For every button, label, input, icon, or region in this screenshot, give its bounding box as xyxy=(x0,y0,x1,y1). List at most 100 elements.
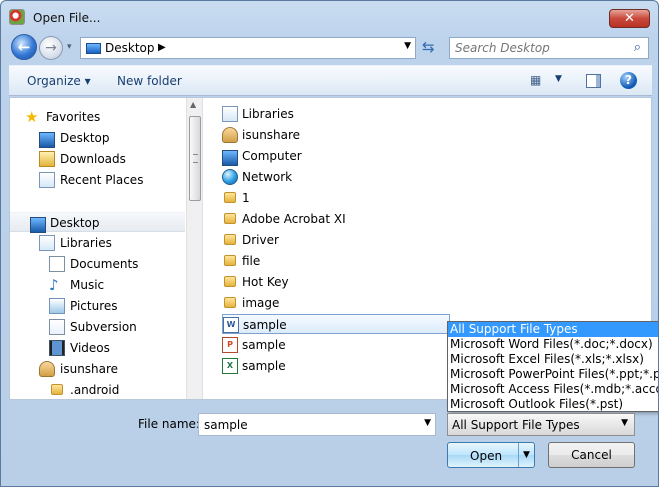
file-item-adobe-acrobat-xi[interactable]: Adobe Acrobat XI xyxy=(222,209,450,229)
network-icon xyxy=(222,169,238,185)
pictures-icon xyxy=(49,298,65,314)
star-icon: ★ xyxy=(25,108,39,126)
cancel-button[interactable]: Cancel xyxy=(548,442,635,468)
dropdown-option[interactable]: Microsoft Access Files(*.mdb;*.accdb) xyxy=(448,382,658,397)
sidebar-item-label: Pictures xyxy=(70,299,118,313)
refresh-icon[interactable]: ⇆ xyxy=(422,39,440,57)
recent-places-icon xyxy=(39,172,55,188)
sidebar-item-label: isunshare xyxy=(60,362,119,376)
word-document-icon: W xyxy=(223,317,239,333)
help-icon[interactable]: ? xyxy=(620,72,637,89)
view-dropdown-icon[interactable]: ▼ xyxy=(555,74,562,84)
subversion-icon xyxy=(49,319,65,335)
file-item-hot-key[interactable]: Hot Key xyxy=(222,272,450,292)
file-item-libraries[interactable]: Libraries xyxy=(222,104,450,124)
file-item-network[interactable]: Network xyxy=(222,167,450,187)
back-button[interactable]: ← xyxy=(11,34,37,60)
file-item-label: sample xyxy=(242,338,286,352)
dropdown-option[interactable]: Microsoft Excel Files(*.xls;*.xlsx) xyxy=(448,352,658,367)
file-item-label: file xyxy=(242,254,261,268)
file-name-dropdown-icon[interactable]: ▼ xyxy=(424,418,431,428)
downloads-icon xyxy=(39,151,55,167)
preview-pane-icon[interactable] xyxy=(586,74,601,88)
file-item-label: 1 xyxy=(242,191,250,205)
sidebar-item-pictures[interactable]: Pictures xyxy=(49,296,202,316)
sidebar-item-documents[interactable]: Documents xyxy=(49,254,202,274)
file-item-driver[interactable]: Driver xyxy=(222,230,450,250)
file-item-computer[interactable]: Computer xyxy=(222,146,450,166)
sidebar-item-label: Desktop xyxy=(50,216,100,230)
dropdown-option[interactable]: All Support File Types xyxy=(448,322,658,337)
dropdown-option[interactable]: Microsoft Word Files(*.doc;*.docx) xyxy=(448,337,658,352)
file-type-selected[interactable]: All Support File Types xyxy=(452,418,580,432)
sidebar-item-desktop-selected[interactable]: Desktop xyxy=(10,212,185,233)
file-item-label: Network xyxy=(242,170,293,184)
search-box[interactable]: ⌕ xyxy=(449,37,649,59)
sidebar-item-music[interactable]: ♪ Music xyxy=(49,275,202,295)
navigation-bar: ← → ▾ Desktop ▶ ▼ ⇆ ⌕ xyxy=(1,32,658,63)
folder-icon xyxy=(224,213,236,224)
powerpoint-document-icon: P xyxy=(222,337,238,353)
address-bar[interactable]: Desktop ▶ ▼ xyxy=(80,37,416,59)
sidebar-item-isunshare[interactable]: isunshare xyxy=(39,359,202,379)
sidebar-item-label: Subversion xyxy=(70,320,137,334)
documents-icon xyxy=(49,256,65,272)
organize-button[interactable]: Organize ▾ xyxy=(27,74,91,88)
dropdown-option[interactable]: Microsoft Outlook Files(*.pst) xyxy=(448,397,658,412)
recent-locations-button[interactable]: ▾ xyxy=(67,42,72,52)
new-folder-button[interactable]: New folder xyxy=(117,74,182,88)
sidebar-item-label: Videos xyxy=(70,341,110,355)
libraries-icon xyxy=(222,106,238,122)
open-button[interactable]: Open ▼ xyxy=(447,442,535,468)
sidebar-item-recent-places[interactable]: Recent Places xyxy=(39,170,202,190)
folder-icon xyxy=(224,276,236,287)
file-type-dropdown-list[interactable]: All Support File Types Microsoft Word Fi… xyxy=(447,321,658,412)
navigation-pane: ★ Favorites Desktop Downloads Recent Pla… xyxy=(10,98,203,399)
user-folder-icon xyxy=(39,361,55,377)
address-dropdown-icon[interactable]: ▼ xyxy=(404,41,411,51)
sidebar-item-desktop[interactable]: Desktop xyxy=(39,128,202,148)
file-item-sample-powerpoint[interactable]: P sample xyxy=(222,335,450,355)
file-name-field[interactable]: ▼ xyxy=(198,413,436,436)
file-item-sample-word[interactable]: W sample xyxy=(222,314,450,334)
folder-icon xyxy=(224,255,236,266)
file-item-label: Adobe Acrobat XI xyxy=(242,212,346,226)
sidebar-item-android[interactable]: .android xyxy=(49,380,202,399)
sidebar-item-label: Favorites xyxy=(46,110,101,124)
forward-button[interactable]: → xyxy=(39,36,63,60)
file-type-dropdown-icon[interactable]: ▼ xyxy=(621,418,628,428)
close-button[interactable]: ✕ xyxy=(609,9,650,28)
sidebar-item-libraries[interactable]: Libraries xyxy=(39,233,202,253)
scroll-up-icon[interactable]: ▲ xyxy=(190,100,196,109)
scroll-thumb[interactable] xyxy=(189,116,201,201)
sidebar-item-subversion[interactable]: Subversion xyxy=(49,317,202,337)
desktop-icon xyxy=(86,43,101,54)
search-icon[interactable]: ⌕ xyxy=(634,40,641,55)
search-input[interactable] xyxy=(453,40,623,56)
sidebar-item-label: Recent Places xyxy=(60,173,144,187)
breadcrumb-arrow-icon[interactable]: ▶ xyxy=(158,42,166,53)
sidebar-item-favorites[interactable]: ★ Favorites xyxy=(25,107,202,127)
file-item-label: Driver xyxy=(242,233,279,247)
file-name-input[interactable] xyxy=(202,417,412,433)
title-bar: Open File... ✕ xyxy=(1,1,658,31)
sidebar-item-label: .android xyxy=(70,383,120,397)
sidebar-item-videos[interactable]: Videos xyxy=(49,338,202,358)
dropdown-option[interactable]: Microsoft PowerPoint Files(*.ppt;*.pptx) xyxy=(448,367,658,382)
file-item-label: sample xyxy=(242,359,286,373)
file-item-sample-excel[interactable]: X sample xyxy=(222,356,450,376)
file-item-1[interactable]: 1 xyxy=(222,188,450,208)
sidebar-item-downloads[interactable]: Downloads xyxy=(39,149,202,169)
file-item-image[interactable]: image xyxy=(222,293,450,313)
open-dropdown-icon[interactable]: ▼ xyxy=(518,443,534,467)
view-icon[interactable]: ▦ xyxy=(530,73,546,89)
file-item-isunshare[interactable]: isunshare xyxy=(222,125,450,145)
navigation-scrollbar[interactable]: ▲ xyxy=(186,98,202,399)
file-type-select[interactable]: All Support File Types ▼ xyxy=(447,413,635,436)
sidebar-item-label: Documents xyxy=(70,257,139,271)
address-text[interactable]: Desktop xyxy=(105,41,155,55)
file-item-file[interactable]: file xyxy=(222,251,450,271)
music-icon: ♪ xyxy=(49,276,59,294)
open-button-label[interactable]: Open xyxy=(470,449,502,463)
folder-icon xyxy=(224,192,236,203)
